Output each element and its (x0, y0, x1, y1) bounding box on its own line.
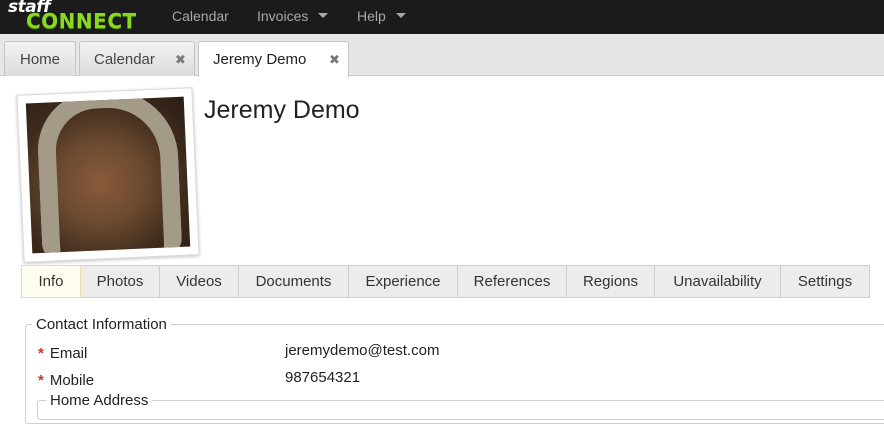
tab-calendar-label: Calendar (94, 51, 155, 68)
nav-calendar[interactable]: Calendar (172, 0, 229, 34)
close-icon[interactable]: ✖ (175, 52, 186, 68)
nav-help-label: Help (357, 8, 386, 24)
caret-down-icon (318, 13, 329, 18)
section-tab-unavailability[interactable]: Unavailability (655, 265, 781, 298)
tab-calendar[interactable]: Calendar ✖ (79, 41, 195, 76)
mobile-value[interactable]: 987654321 (285, 369, 360, 386)
section-tab-info[interactable]: Info (21, 265, 81, 298)
section-tab-photos[interactable]: Photos (81, 265, 160, 298)
staffconnect-logo[interactable]: staff CONNECT (6, 0, 146, 34)
nav-invoices-label: Invoices (257, 8, 309, 24)
profile-photo-frame[interactable] (16, 87, 200, 263)
section-tab-videos[interactable]: Videos (160, 265, 239, 298)
tab-home[interactable]: Home (4, 41, 76, 76)
mobile-label-text: Mobile (49, 372, 95, 389)
profile-name-heading: Jeremy Demo (204, 96, 360, 124)
section-tab-references[interactable]: References (458, 265, 567, 298)
home-address-legend: Home Address (46, 392, 153, 409)
caret-down-icon (395, 13, 406, 18)
logo-text-connect: CONNECT (26, 9, 137, 33)
section-tab-regions[interactable]: Regions (567, 265, 655, 298)
required-mark: * (38, 372, 44, 389)
tab-home-label: Home (20, 51, 61, 68)
required-mark: * (38, 345, 44, 362)
section-tab-documents[interactable]: Documents (239, 265, 349, 298)
section-tab-experience[interactable]: Experience (349, 265, 458, 298)
contact-information-legend: Contact Information (32, 316, 171, 333)
nav-help-dropdown[interactable]: Help (357, 0, 406, 34)
profile-photo (25, 96, 191, 254)
nav-calendar-label: Calendar (172, 8, 229, 24)
close-icon[interactable]: ✖ (329, 52, 340, 68)
top-navbar: staff CONNECT Calendar Invoices Help (0, 0, 884, 34)
nav-invoices-dropdown[interactable]: Invoices (257, 0, 329, 34)
page-tab-strip: Home Calendar ✖ Jeremy Demo ✖ (0, 34, 884, 77)
email-label-text: Email (49, 345, 88, 362)
email-value[interactable]: jeremydemo@test.com (285, 342, 439, 359)
photo-hood-shape (35, 96, 183, 254)
tab-jeremy-demo[interactable]: Jeremy Demo ✖ (198, 41, 349, 77)
home-address-fieldset (37, 400, 884, 420)
mobile-label: * Mobile (38, 372, 94, 389)
email-label: * Email (38, 345, 87, 362)
tab-jeremy-demo-label: Jeremy Demo (213, 51, 307, 68)
section-tab-settings[interactable]: Settings (781, 265, 870, 298)
